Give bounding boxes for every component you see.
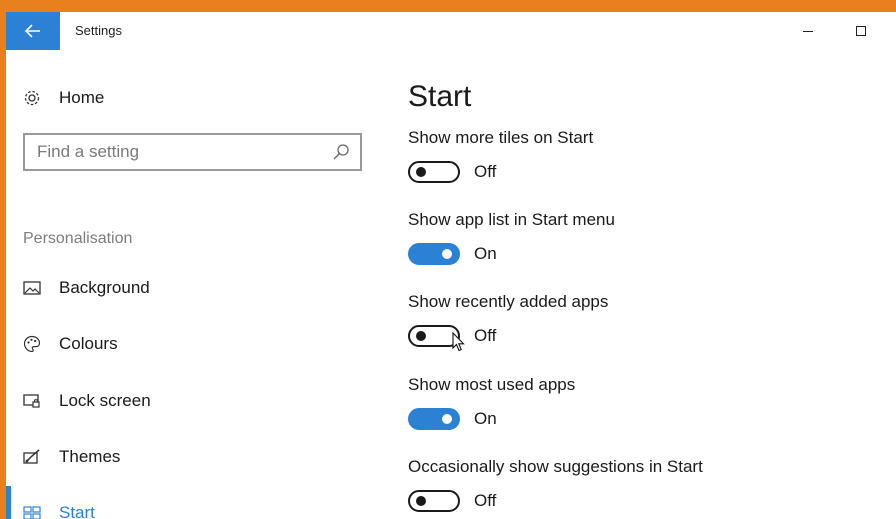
active-indicator <box>6 486 11 519</box>
sidebar-item-label: Themes <box>59 447 121 466</box>
sidebar-item-label: Home <box>59 88 105 107</box>
setting-show-more-tiles: Show more tiles on Start Off <box>408 128 878 183</box>
sidebar-item-themes[interactable]: Themes <box>22 444 120 470</box>
sidebar-item-home[interactable]: Home <box>22 86 104 110</box>
toggle-state-text: Off <box>474 326 497 345</box>
setting-show-app-list: Show app list in Start menu On <box>408 210 878 265</box>
sidebar-item-label: Start <box>59 503 95 519</box>
toggle-state-text: On <box>474 409 497 428</box>
back-arrow-icon <box>25 24 40 38</box>
title-bar: Settings <box>6 12 896 50</box>
minimize-button[interactable] <box>785 12 831 50</box>
window-title: Settings <box>75 23 122 38</box>
toggle-knob <box>416 167 426 177</box>
minimize-icon <box>803 30 813 32</box>
setting-suggestions: Occasionally show suggestions in Start O… <box>408 457 878 512</box>
start-tiles-icon <box>22 503 42 519</box>
toggle-knob <box>416 496 426 506</box>
section-heading: Personalisation <box>23 230 133 247</box>
recently-added-apps-toggle[interactable] <box>408 325 460 347</box>
lock-screen-icon <box>22 391 42 411</box>
page-title: Start <box>408 80 472 113</box>
maximize-icon <box>856 26 866 36</box>
sidebar-item-label: Colours <box>59 334 118 353</box>
setting-label: Show app list in Start menu <box>408 210 615 229</box>
sidebar-item-lock-screen[interactable]: Lock screen <box>22 388 151 414</box>
search-input[interactable] <box>25 136 315 168</box>
sidebar-item-background[interactable]: Background <box>22 275 150 301</box>
search-icon[interactable] <box>332 143 350 161</box>
setting-most-used-apps: Show most used apps On <box>408 375 878 430</box>
sidebar-item-label: Lock screen <box>59 391 151 410</box>
setting-label: Show more tiles on Start <box>408 128 594 147</box>
maximize-button[interactable] <box>838 12 884 50</box>
setting-recently-added-apps: Show recently added apps Off <box>408 292 878 352</box>
gear-icon <box>22 88 42 108</box>
show-more-tiles-toggle[interactable] <box>408 161 460 183</box>
sidebar-item-colours[interactable]: Colours <box>22 331 118 357</box>
themes-icon <box>22 447 42 467</box>
toggle-knob <box>442 414 452 424</box>
toggle-knob <box>442 249 452 259</box>
search-box <box>23 133 362 171</box>
picture-icon <box>22 278 42 298</box>
show-app-list-toggle[interactable] <box>408 243 460 265</box>
sidebar: Home Personalisation Background <box>6 50 386 519</box>
toggle-state-text: On <box>474 244 497 263</box>
main-content: Start Show more tiles on Start Off Show … <box>408 50 888 519</box>
settings-window: Settings Home Personalisation <box>6 12 896 519</box>
most-used-apps-toggle[interactable] <box>408 408 460 430</box>
toggle-state-text: Off <box>474 162 497 181</box>
suggestions-toggle[interactable] <box>408 490 460 512</box>
toggle-knob <box>416 331 426 341</box>
toggle-state-text: Off <box>474 491 497 510</box>
sidebar-item-start[interactable]: Start <box>22 500 95 519</box>
setting-label: Show recently added apps <box>408 292 609 311</box>
setting-label: Occasionally show suggestions in Start <box>408 457 703 476</box>
setting-label: Show most used apps <box>408 375 576 394</box>
sidebar-item-label: Background <box>59 278 150 297</box>
back-button[interactable] <box>6 12 60 50</box>
palette-icon <box>22 334 42 354</box>
